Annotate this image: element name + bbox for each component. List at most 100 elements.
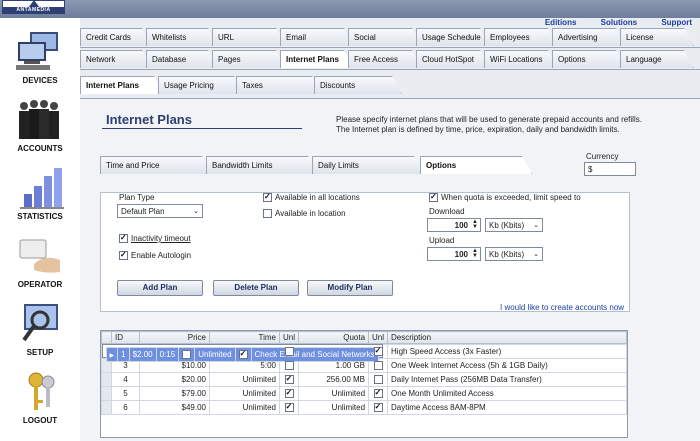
tab-email[interactable]: Email	[280, 28, 354, 46]
chevron-down-icon: ⌄	[193, 208, 199, 215]
unlimited-checkbox[interactable]	[284, 361, 294, 371]
tab-employees[interactable]: Employees	[484, 28, 558, 46]
currency-label: Currency	[586, 152, 619, 161]
tab-daily-limits[interactable]: Daily Limits	[312, 156, 424, 174]
quota-limit-checkbox[interactable]	[429, 192, 438, 202]
sidebar-item-setup[interactable]: SETUP	[0, 302, 80, 357]
intro-text: Please specify internet plans that will …	[336, 115, 666, 135]
tab-social[interactable]: Social	[348, 28, 422, 46]
unlimited-checkbox[interactable]	[182, 350, 192, 360]
create-accounts-link[interactable]: I would like to create accounts now	[500, 303, 624, 312]
tab-taxes[interactable]: Taxes	[236, 76, 322, 94]
unlimited-checkbox[interactable]	[373, 402, 383, 413]
upload-unit-select[interactable]: Kb (Kbits) ⌄	[485, 247, 543, 261]
unlimited-checkbox[interactable]	[373, 361, 383, 371]
delete-plan-button[interactable]: Delete Plan	[213, 280, 299, 296]
tab-network[interactable]: Network	[80, 50, 152, 68]
antamedia-logo: ANTAMEDIA	[2, 0, 65, 14]
main-content: Editions Solutions Support Credit Cards …	[80, 18, 700, 441]
sidebar-item-logout[interactable]: LOGOUT	[0, 370, 80, 425]
unlimited-checkbox[interactable]	[284, 402, 294, 413]
available-all-checkbox[interactable]	[263, 192, 272, 202]
tab-credit-cards[interactable]: Credit Cards	[80, 28, 152, 46]
col-quota[interactable]: Quota	[298, 331, 370, 344]
cell-time-unl	[278, 386, 300, 401]
tab-usage-schedule[interactable]: Usage Schedule	[416, 28, 490, 46]
support-link[interactable]: Support	[661, 18, 692, 27]
sidebar-item-statistics[interactable]: STATISTICS	[0, 166, 80, 221]
col-id[interactable]: ID	[111, 331, 140, 344]
tab-discounts[interactable]: Discounts	[314, 76, 402, 94]
cell-quota: Unlimited	[194, 347, 236, 362]
tab-database[interactable]: Database	[146, 50, 218, 68]
options-subtabs: Time and Price Bandwidth Limits Daily Li…	[80, 156, 560, 176]
unlimited-checkbox[interactable]	[373, 346, 383, 357]
available-location-checkbox[interactable]	[263, 209, 272, 218]
unlimited-checkbox[interactable]	[238, 349, 248, 360]
sidebar-item-operator[interactable]: OPERATOR	[0, 234, 80, 289]
row-pointer-icon: ▶	[109, 353, 115, 359]
tab-row-1: Credit Cards Whitelists URL Email Social…	[80, 28, 700, 48]
table-row[interactable]: 5$79.00UnlimitedUnlimitedOne Month Unlim…	[101, 386, 627, 401]
col-time[interactable]: Time	[209, 331, 280, 344]
solutions-link[interactable]: Solutions	[601, 18, 637, 27]
tab-options-sub[interactable]: Options	[420, 156, 532, 174]
col-description[interactable]: Description	[387, 331, 627, 344]
sidebar-item-label: LOGOUT	[22, 416, 58, 425]
cell-price: $49.00	[139, 400, 210, 415]
tab-wifi-locations[interactable]: WiFi Locations	[484, 50, 558, 68]
tab-row-2: Network Database Pages Internet Plans Fr…	[80, 50, 700, 70]
tab-whitelists[interactable]: Whitelists	[146, 28, 218, 46]
tab-time-and-price[interactable]: Time and Price	[100, 156, 212, 174]
plan-type-label: Plan Type	[119, 193, 155, 202]
spinner-icon[interactable]: ▲ ▼	[472, 219, 478, 230]
cell-description: Daily Internet Pass (256MB Data Transfer…	[387, 372, 627, 387]
col-time-unl[interactable]: Unl	[278, 331, 300, 344]
tab-options[interactable]: Options	[552, 50, 626, 68]
plan-type-select[interactable]: Default Plan ⌄	[117, 204, 203, 218]
modify-plan-button[interactable]: Modify Plan	[307, 280, 393, 296]
sidebar-item-devices[interactable]: DEVICES	[0, 30, 80, 85]
tab-license[interactable]: License	[620, 28, 694, 46]
tab-internet-plans[interactable]: Internet Plans	[280, 50, 354, 68]
tab-free-access[interactable]: Free Access	[348, 50, 422, 68]
upload-speed-input[interactable]: 100 ▲ ▼	[427, 247, 481, 261]
tab-language[interactable]: Language	[620, 50, 694, 68]
inactivity-checkbox[interactable]	[119, 233, 128, 243]
title-underline	[102, 128, 302, 129]
cell-quota: 256.00 MB	[298, 372, 370, 387]
autologin-checkbox[interactable]	[119, 250, 128, 260]
table-row[interactable]: 6$49.00UnlimitedUnlimitedDaytime Access …	[101, 400, 627, 415]
unlimited-checkbox[interactable]	[284, 347, 294, 357]
sidebar-item-label: DEVICES	[22, 76, 58, 85]
tab-usage-pricing[interactable]: Usage Pricing	[158, 76, 244, 94]
tab-url[interactable]: URL	[212, 28, 286, 46]
cell-price: $79.00	[139, 386, 210, 401]
table-row[interactable]: 4$20.00Unlimited 256.00 MB Daily Internet …	[101, 372, 627, 387]
editions-link[interactable]: Editions	[545, 18, 577, 27]
spinner-icon[interactable]: ▲ ▼	[472, 248, 478, 259]
unlimited-checkbox[interactable]	[284, 388, 294, 399]
keys-icon	[28, 372, 55, 410]
tab-pages[interactable]: Pages	[212, 50, 286, 68]
tab-bandwidth-limits[interactable]: Bandwidth Limits	[206, 156, 318, 174]
add-plan-button[interactable]: Add Plan	[117, 280, 203, 296]
download-unit-select[interactable]: Kb (Kbits) ⌄	[485, 218, 543, 232]
tab-divider	[80, 47, 700, 48]
cell-description: High Speed Access (3x Faster)	[387, 344, 627, 359]
table-header: ID Price Time Unl Quota Unl Description	[101, 331, 627, 344]
download-speed-input[interactable]: 100 ▲ ▼	[427, 218, 481, 232]
tab-advertising[interactable]: Advertising	[552, 28, 626, 46]
tab-cloud-hotspot[interactable]: Cloud HotSpot	[416, 50, 490, 68]
unlimited-checkbox[interactable]	[373, 375, 383, 385]
cell-quota: Unlimited	[298, 386, 370, 401]
sidebar-item-accounts[interactable]: ACCOUNTS	[0, 98, 80, 153]
col-quota-unl[interactable]: Unl	[368, 331, 389, 344]
currency-input[interactable]: $	[584, 162, 636, 176]
cell-quota-unl	[368, 386, 389, 401]
table-row[interactable]: ▶1$2.000:15 Unlimited Check Email and Soci…	[101, 344, 383, 362]
unlimited-checkbox[interactable]	[284, 374, 294, 385]
col-price[interactable]: Price	[139, 331, 210, 344]
unlimited-checkbox[interactable]	[373, 388, 383, 399]
tab-sub-internet-plans[interactable]: Internet Plans	[80, 76, 164, 94]
